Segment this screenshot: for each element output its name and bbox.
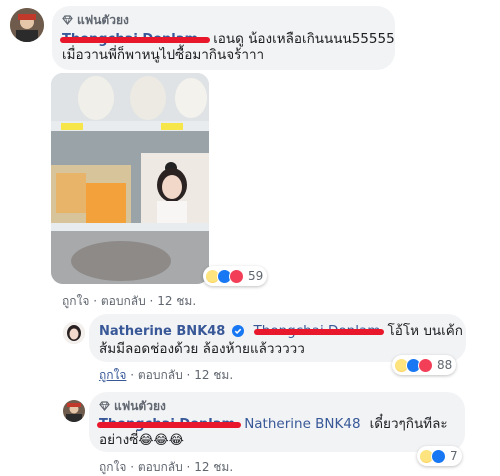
comment-text: เอนดู น้องเหลือเกินนนน55555 [213, 31, 395, 47]
reaction-count: 59 [248, 269, 264, 283]
like-link[interactable]: ถูกใจ [99, 368, 126, 382]
commenter-name[interactable]: Thongchai Donlam [97, 417, 242, 432]
comment-actions: ถูกใจ · ตอบกลับ · 12 ชม. [99, 460, 234, 474]
diamond-icon [62, 14, 73, 28]
avatar[interactable] [63, 322, 85, 344]
avatar[interactable] [10, 8, 44, 42]
timestamp[interactable]: 12 ชม. [194, 368, 233, 382]
timestamp[interactable]: 12 ชม. [194, 460, 233, 474]
reaction-count: 7 [450, 449, 458, 463]
comment-actions: ถูกใจ · ตอบกลับ · 12 ชม. [99, 368, 234, 382]
comment-text: โอ้โห บนเค้ก [387, 323, 463, 339]
reaction-summary[interactable]: 88 [392, 355, 457, 375]
reaction-summary[interactable]: 59 [203, 266, 268, 286]
reply-link[interactable]: ตอบกลับ [138, 460, 183, 474]
laughing-emoji: 😂😂😂 [138, 433, 184, 448]
like-link[interactable]: ถูกใจ [62, 294, 89, 308]
reaction-count: 88 [437, 358, 453, 372]
like-link[interactable]: ถูกใจ [99, 460, 126, 474]
reply-link[interactable]: ตอบกลับ [101, 294, 146, 308]
diamond-icon [99, 400, 110, 414]
comment-text: เดี๋ยวๆกินทีละ [369, 416, 448, 432]
attached-photo[interactable] [51, 73, 209, 284]
commenter-name[interactable]: Thongchai Donlam [60, 32, 211, 47]
tagged-user[interactable]: Natherine BNK48 [244, 416, 360, 432]
reaction-summary[interactable]: 7 [417, 446, 462, 466]
commenter-name[interactable]: Natherine BNK48 [99, 324, 225, 339]
comment-text-line2: อย่างซี่ [99, 432, 139, 448]
comment-actions: ถูกใจ · ตอบกลับ · 12 ชม. [62, 294, 197, 308]
love-reaction-icon [229, 268, 244, 284]
love-reaction-icon [418, 357, 433, 373]
verified-badge-icon [232, 322, 245, 341]
timestamp[interactable]: 12 ชม. [157, 294, 196, 308]
reply-link[interactable]: ตอบกลับ [138, 368, 183, 382]
tagged-user[interactable]: Thongchai Donlam [253, 323, 385, 339]
comment-text-line2: เมื่อวานพี่ก็พาหนูไปซื้อมากินจร้าาา [62, 47, 265, 63]
comment-text-line2: ส้มมีลอดช่องด้วย ล้องห้ายแล้ววววว [99, 341, 305, 357]
avatar[interactable] [63, 400, 85, 422]
like-reaction-icon [431, 448, 446, 464]
